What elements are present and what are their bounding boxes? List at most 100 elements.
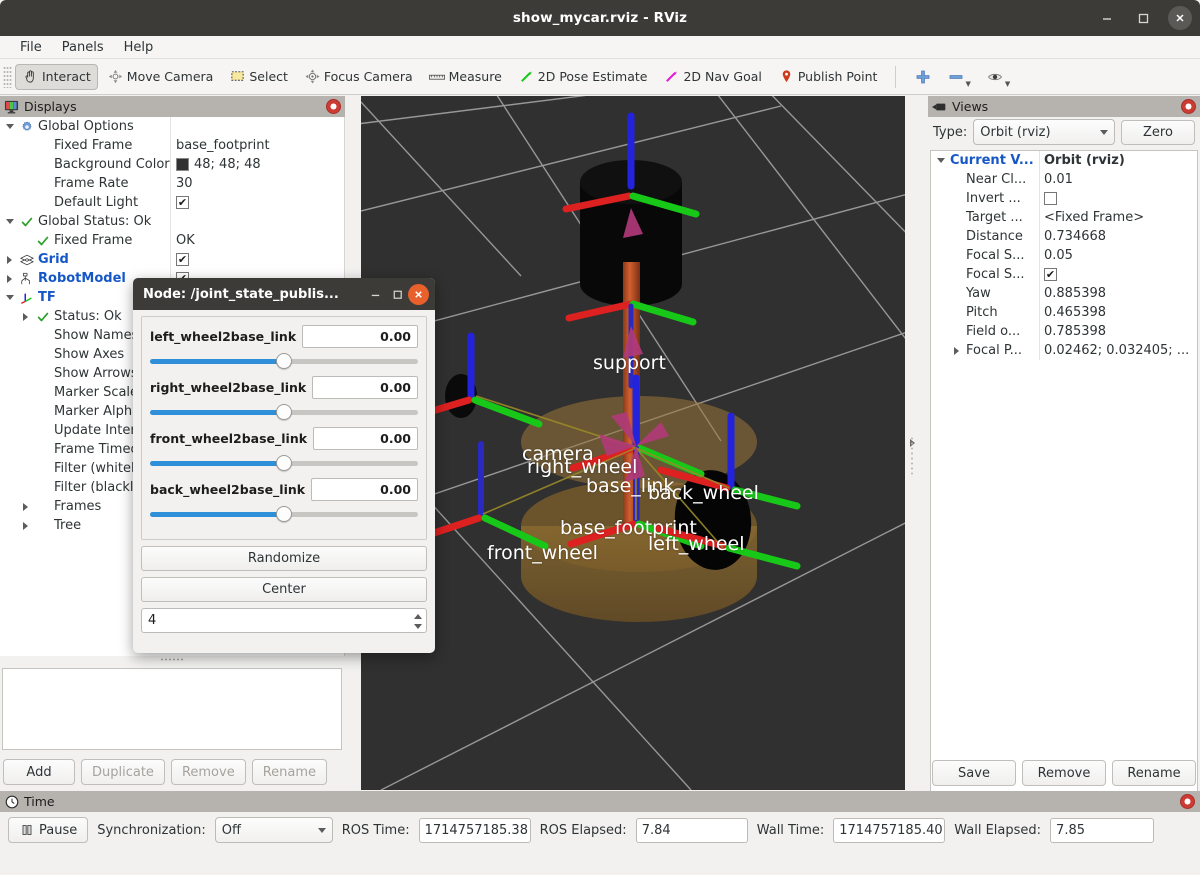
- save-view-button[interactable]: Save: [932, 760, 1016, 786]
- tree-row[interactable]: Global Options: [0, 117, 344, 136]
- render-view-3d[interactable]: support camera right_wheel base_link back_wh…: [361, 96, 919, 790]
- tree-row-value[interactable]: OK: [170, 231, 344, 250]
- joint-slider[interactable]: [150, 403, 418, 421]
- chevron-down-icon[interactable]: [4, 292, 15, 303]
- joint-value-field[interactable]: 0.00: [311, 478, 418, 501]
- randomize-button[interactable]: Randomize: [141, 546, 427, 571]
- joint-state-publisher-dialog[interactable]: Node: /joint_state_publis... left_wheel2…: [133, 278, 435, 653]
- maximize-icon[interactable]: [1132, 7, 1154, 29]
- chevron-right-icon[interactable]: [20, 520, 31, 531]
- tree-row-value[interactable]: 0.885398: [1039, 284, 1197, 303]
- menu-panels[interactable]: Panels: [52, 38, 114, 57]
- tree-row-value[interactable]: [1039, 265, 1197, 284]
- slider-handle[interactable]: [276, 455, 292, 471]
- slider-handle[interactable]: [276, 353, 292, 369]
- tree-row[interactable]: Focal S... 0.05: [931, 246, 1197, 265]
- chevron-right-icon[interactable]: [4, 254, 15, 265]
- tree-row[interactable]: Grid: [0, 250, 344, 269]
- close-icon[interactable]: [326, 99, 341, 114]
- pause-button[interactable]: Pause: [8, 817, 89, 843]
- chevron-down-icon[interactable]: [935, 155, 946, 166]
- tool-publish-point[interactable]: Publish Point: [771, 64, 885, 90]
- jsp-maximize-icon[interactable]: [386, 283, 408, 305]
- zero-button[interactable]: Zero: [1121, 119, 1195, 145]
- tree-row-value[interactable]: 0.01: [1039, 170, 1197, 189]
- toolbar-grip[interactable]: [3, 65, 12, 88]
- joint-value-field[interactable]: 0.00: [302, 325, 418, 348]
- tree-row-value[interactable]: [1039, 189, 1197, 208]
- rename-view-button[interactable]: Rename: [1112, 760, 1196, 786]
- chevron-down-icon[interactable]: ▼: [1005, 80, 1010, 88]
- tool-visibility[interactable]: ▼: [980, 64, 1017, 90]
- tool-2d-pose-estimate[interactable]: 2D Pose Estimate: [511, 64, 655, 90]
- tree-row[interactable]: Target ... <Fixed Frame>: [931, 208, 1197, 227]
- view-type-combo[interactable]: Orbit (rviz): [973, 119, 1115, 145]
- ros-elapsed-field[interactable]: 7.84: [635, 817, 748, 843]
- tree-row-value[interactable]: 0.05: [1039, 246, 1197, 265]
- tree-row-value[interactable]: 0.734668: [1039, 227, 1197, 246]
- joint-count-spinbox[interactable]: 4: [141, 608, 427, 633]
- checkbox[interactable]: [176, 253, 189, 266]
- tree-row[interactable]: Pitch 0.465398: [931, 303, 1197, 322]
- chevron-down-icon[interactable]: [4, 216, 15, 227]
- tool-measure[interactable]: Measure: [422, 64, 509, 90]
- joint-slider[interactable]: [150, 505, 418, 523]
- tree-row[interactable]: Invert ...: [931, 189, 1197, 208]
- chevron-down-icon[interactable]: [414, 624, 422, 630]
- tree-row[interactable]: Background Color 48; 48; 48: [0, 155, 344, 174]
- remove-button[interactable]: Remove: [170, 759, 246, 785]
- tree-row-value[interactable]: [170, 193, 344, 212]
- tree-row[interactable]: Global Status: Ok: [0, 212, 344, 231]
- tree-row[interactable]: Current V... Orbit (rviz): [931, 151, 1197, 170]
- joint-value-field[interactable]: 0.00: [313, 427, 418, 450]
- sync-combo[interactable]: Off: [214, 817, 333, 843]
- slider-handle[interactable]: [276, 404, 292, 420]
- joint-slider[interactable]: [150, 352, 418, 370]
- chevron-right-icon[interactable]: [951, 345, 962, 356]
- tool-focus-camera[interactable]: Focus Camera: [297, 64, 420, 90]
- joint-slider[interactable]: [150, 454, 418, 472]
- ros-time-field[interactable]: 1714757185.38: [418, 817, 531, 843]
- tree-row-value[interactable]: [170, 250, 344, 269]
- tree-row-value[interactable]: 48; 48; 48: [170, 155, 344, 174]
- checkbox[interactable]: [176, 196, 189, 209]
- chevron-right-icon[interactable]: [20, 501, 31, 512]
- wall-time-field[interactable]: 1714757185.40: [833, 817, 946, 843]
- menu-help[interactable]: Help: [114, 38, 164, 57]
- remove-view-button[interactable]: Remove: [1022, 760, 1106, 786]
- tree-row-value[interactable]: [170, 117, 344, 136]
- checkbox[interactable]: [1044, 268, 1057, 281]
- jsp-close-icon[interactable]: [408, 283, 429, 305]
- tool-select[interactable]: Select: [222, 64, 295, 90]
- tree-row[interactable]: Field o... 0.785398: [931, 322, 1197, 341]
- close-icon[interactable]: [1168, 6, 1192, 30]
- checkbox[interactable]: [1044, 192, 1057, 205]
- tool-move-camera[interactable]: Move Camera: [100, 64, 221, 90]
- tree-row[interactable]: Focal P... 0.02462; 0.032405; ...: [931, 341, 1197, 360]
- jsp-minimize-icon[interactable]: [364, 283, 386, 305]
- tool-remove-panel[interactable]: ▼: [940, 64, 977, 90]
- spinbox-arrows[interactable]: [414, 611, 422, 632]
- center-button[interactable]: Center: [141, 577, 427, 602]
- tool-2d-nav-goal[interactable]: 2D Nav Goal: [656, 64, 768, 90]
- tree-row[interactable]: Default Light: [0, 193, 344, 212]
- tree-row-value[interactable]: 0.465398: [1039, 303, 1197, 322]
- rename-button[interactable]: Rename: [251, 759, 328, 785]
- tree-row-value[interactable]: 0.02462; 0.032405; ...: [1039, 341, 1197, 360]
- chevron-down-icon[interactable]: ▼: [965, 80, 970, 88]
- close-icon[interactable]: [1180, 794, 1195, 809]
- tree-row-value[interactable]: base_footprint: [170, 136, 344, 155]
- chevron-down-icon[interactable]: [4, 121, 15, 132]
- chevron-right-icon[interactable]: [4, 273, 15, 284]
- tool-interact[interactable]: Interact: [15, 63, 98, 90]
- tree-row-value[interactable]: 0.785398: [1039, 322, 1197, 341]
- joint-value-field[interactable]: 0.00: [312, 376, 418, 399]
- close-icon[interactable]: [1181, 99, 1196, 114]
- tree-row[interactable]: Fixed Frame OK: [0, 231, 344, 250]
- tree-row[interactable]: Focal S...: [931, 265, 1197, 284]
- tree-row-value[interactable]: [170, 212, 344, 231]
- color-swatch[interactable]: [176, 158, 189, 171]
- add-button[interactable]: Add: [3, 759, 75, 785]
- wall-elapsed-field[interactable]: 7.85: [1050, 817, 1155, 843]
- tree-row[interactable]: Near Cl... 0.01: [931, 170, 1197, 189]
